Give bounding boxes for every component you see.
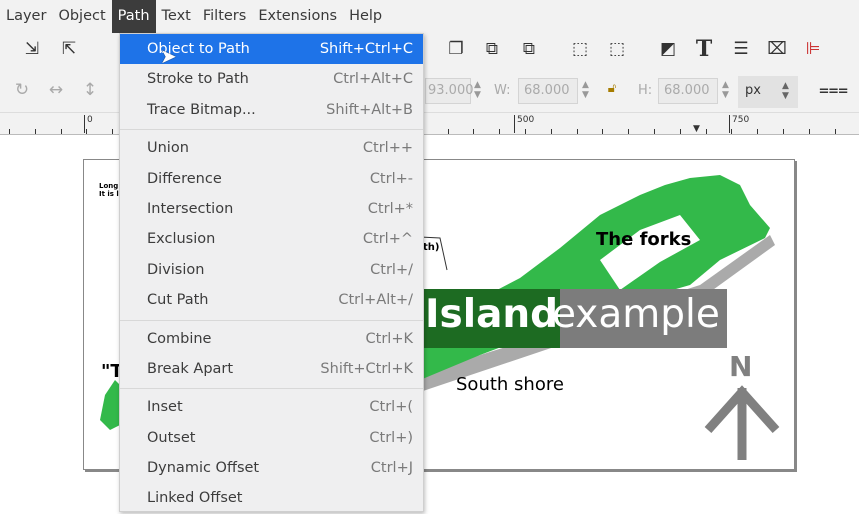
- menu-item-label: Cut Path: [147, 292, 209, 309]
- menu-item-label: Break Apart: [147, 360, 234, 377]
- title-light: example: [552, 292, 720, 337]
- menu-item-exclusion[interactable]: Exclusion Ctrl+^: [120, 224, 423, 254]
- menu-item-label: Combine: [147, 330, 212, 347]
- menu-item-inset[interactable]: Inset Ctrl+(: [120, 392, 423, 422]
- menu-item-shortcut: Ctrl+K: [365, 330, 413, 347]
- menu-item-difference[interactable]: Difference Ctrl+-: [120, 164, 423, 194]
- unit-spinner-icon: ▲ ▼: [782, 81, 789, 101]
- title-bold: Island: [425, 292, 559, 337]
- callout-text: th): [423, 242, 440, 253]
- north-label: N: [729, 350, 753, 383]
- flip-horizontal-icon[interactable]: ↔: [44, 80, 68, 100]
- menu-item-stroke-to-path[interactable]: Stroke to Path Ctrl+Alt+C: [120, 64, 423, 94]
- height-field[interactable]: 68.000: [658, 78, 718, 104]
- menu-item-combine[interactable]: Combine Ctrl+K: [120, 324, 423, 354]
- menu-item-shortcut: Shift+Ctrl+C: [319, 41, 413, 57]
- y-spinner[interactable]: ▲ ▼: [474, 80, 481, 100]
- width-spinner[interactable]: ▲ ▼: [582, 80, 589, 100]
- menu-item-shortcut: Ctrl+*: [367, 200, 413, 217]
- unit-value: px: [745, 83, 761, 98]
- menu-item-shortcut: Ctrl+Alt+/: [338, 292, 413, 309]
- menu-item-shortcut: Ctrl+-: [369, 170, 413, 187]
- small-text: Long It is l: [99, 182, 119, 198]
- menu-item-label: Dynamic Offset: [147, 460, 260, 477]
- menu-item-shortcut: Ctrl+/: [370, 261, 413, 278]
- menu-separator: [120, 129, 423, 131]
- flip-vertical-icon[interactable]: ↕: [78, 80, 102, 100]
- h-label: H:: [638, 83, 653, 98]
- menu-item-linked-offset[interactable]: Linked Offset: [120, 483, 423, 513]
- menu-item-shortcut: Shift+Alt+B: [326, 101, 413, 118]
- menu-item-division[interactable]: Division Ctrl+/: [120, 255, 423, 285]
- menu-item-shortcut: Shift+Ctrl+K: [320, 360, 413, 377]
- menu-item-trace-bitmap[interactable]: Trace Bitmap... Shift+Alt+B: [120, 95, 423, 125]
- menu-item-shortcut: Ctrl+J: [370, 460, 413, 477]
- menu-item-dynamic-offset[interactable]: Dynamic Offset Ctrl+J: [120, 453, 423, 483]
- menu-separator: [120, 388, 423, 390]
- menu-item-label: Inset: [147, 399, 183, 416]
- menu-item-shortcut: Ctrl++: [362, 140, 413, 157]
- w-label: W:: [494, 83, 511, 98]
- path-menu-dropdown: Object to Path Shift+Ctrl+C Stroke to Path…: [119, 33, 424, 512]
- north-arrow: [704, 385, 780, 460]
- menu-separator: [120, 319, 423, 321]
- width-field[interactable]: 68.000: [518, 78, 578, 104]
- menu-item-shortcut: Ctrl+(: [369, 399, 413, 416]
- transform-options-icon[interactable]: ⩶: [819, 80, 848, 100]
- west-island: [100, 380, 120, 430]
- unit-select[interactable]: px ▲ ▼: [738, 76, 798, 108]
- menu-item-label: Intersection: [147, 200, 234, 217]
- menu-item-label: Linked Offset: [147, 490, 243, 507]
- menu-item-cut-path[interactable]: Cut Path Ctrl+Alt+/: [120, 285, 423, 315]
- menu-item-label: Exclusion: [147, 231, 216, 248]
- menu-item-label: Union: [147, 140, 189, 157]
- menu-item-outset[interactable]: Outset Ctrl+): [120, 423, 423, 453]
- mouse-cursor-icon: ➤: [160, 44, 177, 68]
- height-spinner[interactable]: ▲ ▼: [722, 80, 729, 100]
- menu-item-label: Outset: [147, 429, 196, 446]
- menu-item-label: Division: [147, 261, 205, 278]
- menu-item-break-apart[interactable]: Break Apart Shift+Ctrl+K: [120, 354, 423, 384]
- y-field[interactable]: 93.000: [425, 78, 474, 104]
- menu-item-label: Trace Bitmap...: [147, 101, 256, 118]
- lock-icon[interactable]: 🔓︎: [600, 81, 624, 96]
- label-south-shore: South shore: [456, 374, 564, 395]
- menu-item-label: Difference: [147, 170, 222, 187]
- label-forks: The forks: [596, 229, 692, 250]
- menu-item-intersection[interactable]: Intersection Ctrl+*: [120, 194, 423, 224]
- menu-item-shortcut: Ctrl+): [369, 429, 413, 446]
- menu-item-shortcut: Ctrl+^: [362, 231, 413, 248]
- rotate-icon[interactable]: ↻: [10, 80, 34, 100]
- menu-item-shortcut: Ctrl+Alt+C: [333, 71, 413, 88]
- menu-item-label: Stroke to Path: [147, 71, 249, 88]
- menu-item-union[interactable]: Union Ctrl++: [120, 133, 423, 163]
